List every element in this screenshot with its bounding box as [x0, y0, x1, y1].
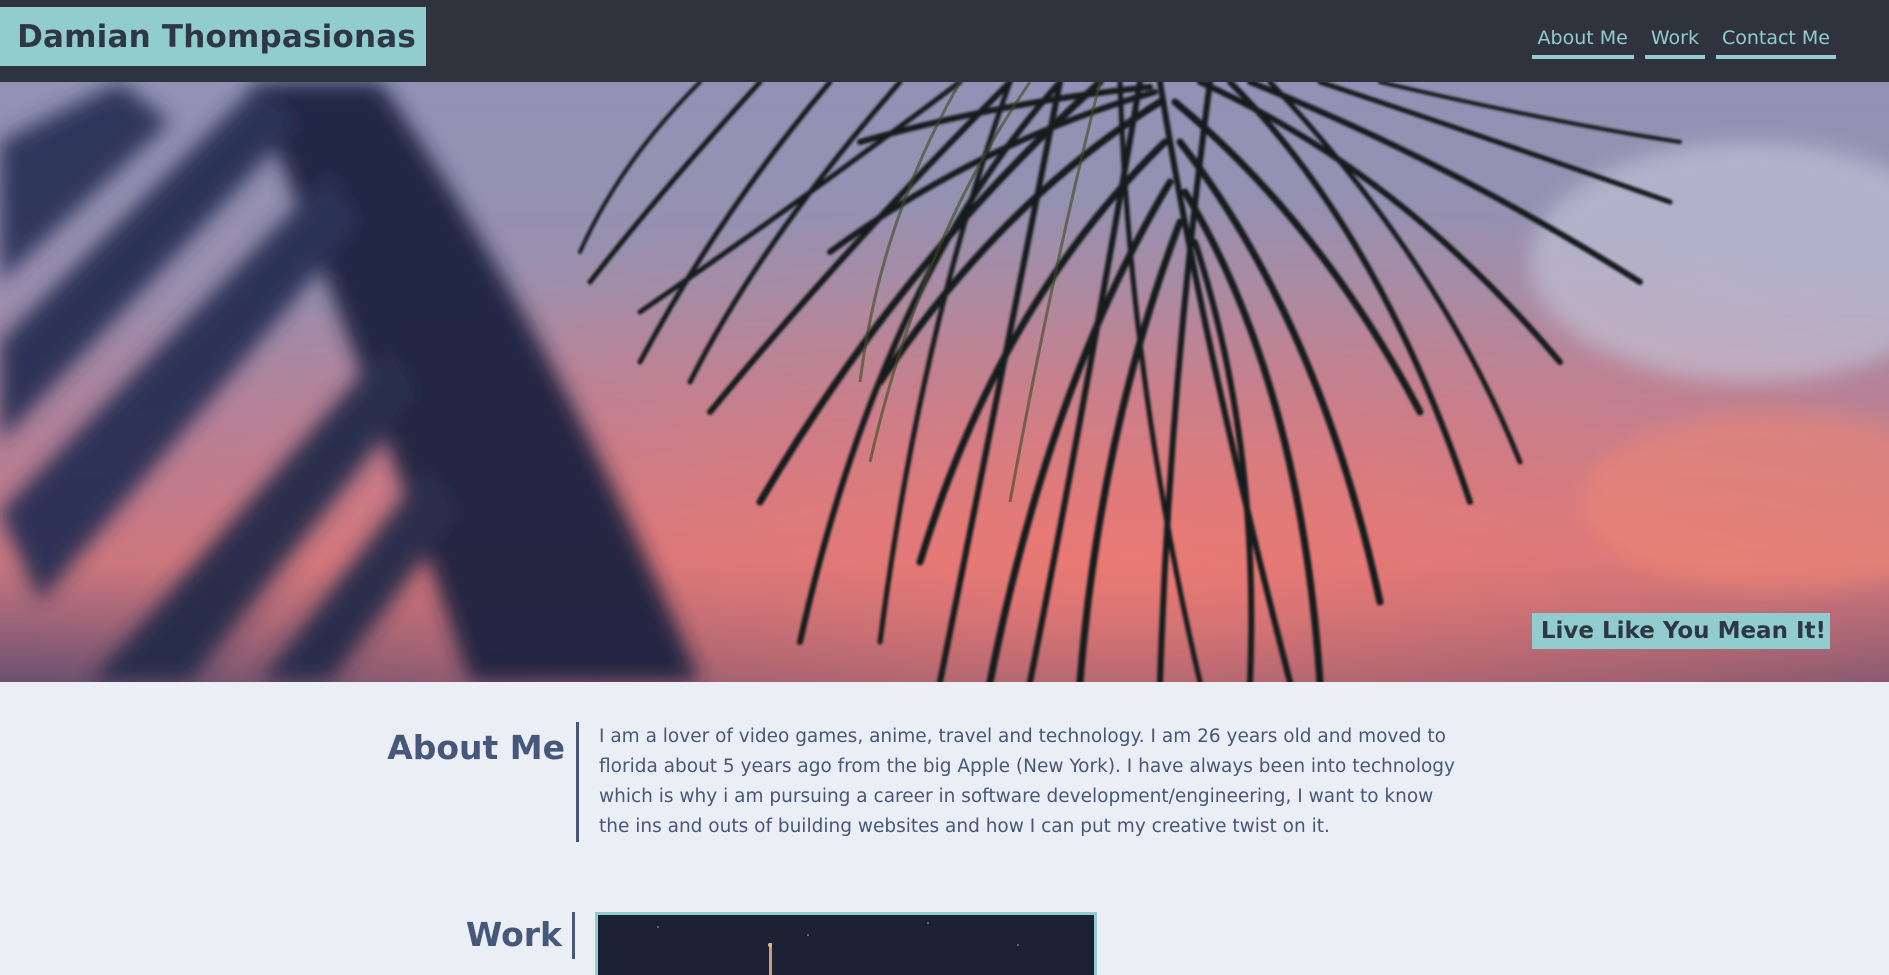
nav-work[interactable]: Work — [1644, 24, 1705, 59]
site-header: Damian Thompasionas About Me Work Contac… — [0, 0, 1889, 82]
palm-leaves-illustration — [0, 82, 1889, 682]
about-text: I am a lover of video games, anime, trav… — [599, 726, 1455, 837]
work-title: Work — [465, 915, 562, 954]
work-divider — [572, 912, 575, 959]
work-thumbnail[interactable] — [595, 912, 1097, 975]
nav-contact-me[interactable]: Contact Me — [1715, 24, 1836, 59]
work-thumbnail-image — [598, 915, 1094, 975]
about-title: About Me — [387, 728, 565, 767]
hero-image: Live Like You Mean It! — [0, 82, 1889, 682]
site-brand: Damian Thompasionas — [0, 7, 426, 66]
nav-about-me[interactable]: About Me — [1531, 24, 1634, 59]
main-nav: About Me Work Contact Me — [1531, 24, 1836, 59]
about-divider — [576, 722, 579, 842]
hero-tagline: Live Like You Mean It! — [1531, 613, 1830, 649]
